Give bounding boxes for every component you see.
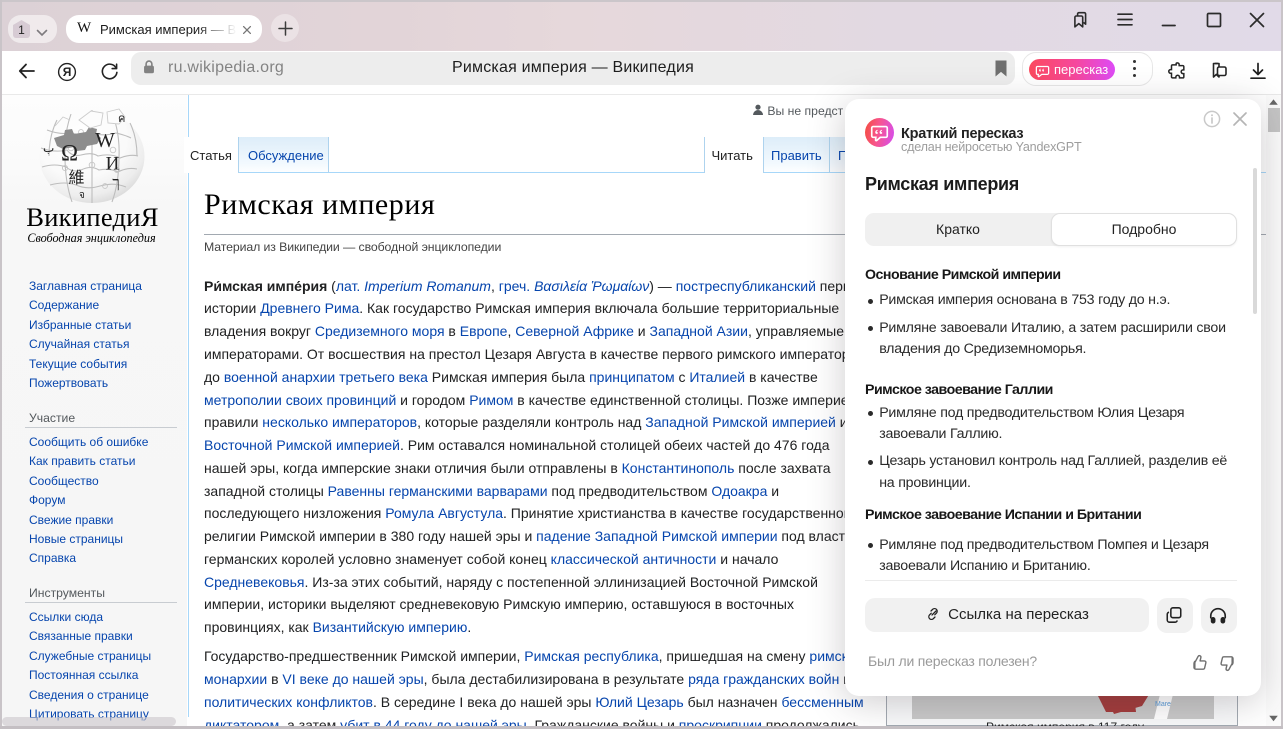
svg-text:ب: ب — [43, 141, 54, 155]
svg-text:Ω: Ω — [61, 141, 78, 166]
svg-text:И: И — [106, 154, 120, 175]
svg-text:Я: Я — [63, 65, 72, 79]
svg-text:維: 維 — [68, 169, 84, 187]
svg-text:จ: จ — [79, 190, 85, 201]
svg-text:W: W — [95, 128, 115, 152]
svg-text:ך: ך — [112, 176, 119, 192]
svg-text:ค: ค — [118, 113, 125, 125]
